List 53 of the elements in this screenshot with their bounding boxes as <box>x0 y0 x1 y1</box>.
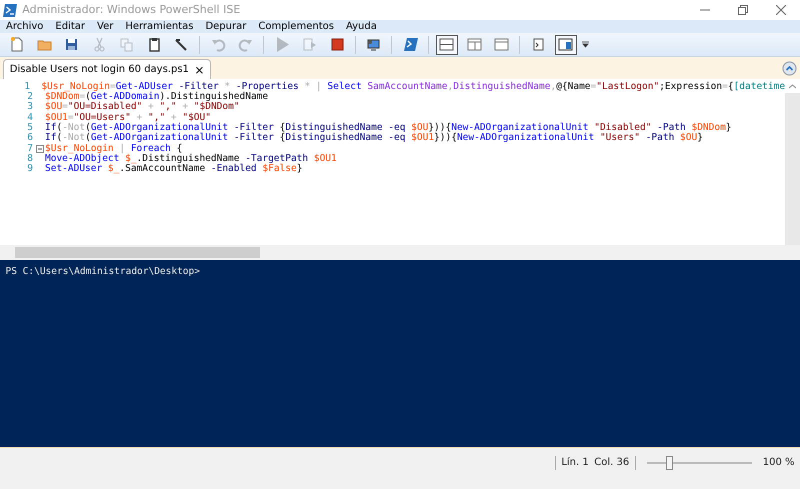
menu-item[interactable]: Ayuda <box>340 20 383 33</box>
line-number: 2 <box>26 92 34 102</box>
vertical-scrollbar[interactable] <box>785 79 800 245</box>
app-icon <box>2 4 17 16</box>
menu-item[interactable]: Herramientas <box>119 20 200 33</box>
line-number: 9 <box>26 164 34 174</box>
file-tab[interactable]: Disable Users not login 60 days.ps1 × <box>2 59 212 79</box>
run-selection-icon <box>301 36 318 53</box>
menu-item[interactable]: Depurar <box>199 20 252 33</box>
menu-item[interactable]: Editar <box>49 20 91 33</box>
code-line: If(-Not(Get-ADOrganizationalUnit -Filter {DistinguishedName -eq $OU1})){New-ADOrganizationalUnit "Users" -Path $OU} <box>45 133 703 144</box>
code-line: $DNDom=(Get-ADDomain).DistinguishedName <box>45 92 268 102</box>
code-line: $OU="OU=Disabled" + "," + "$DNDom" <box>45 102 240 112</box>
menu-item[interactable]: Ver <box>91 20 120 33</box>
zoom-level: 100 % <box>762 456 794 470</box>
console-prompt: PS C:\Users\Administrador\Desktop> <box>6 264 200 279</box>
line-number: 6 <box>26 133 34 144</box>
save-icon <box>63 36 80 53</box>
line-number: 4 <box>26 112 34 123</box>
line-number: 8 <box>26 154 34 164</box>
collapse-icon[interactable] <box>782 61 798 76</box>
close-icon <box>776 5 786 15</box>
code-line: Move-ADObject $_.DistinguishedName -TargetPath $OU1 <box>45 154 337 164</box>
powershell-icon <box>402 36 418 53</box>
code-line: Set-ADUser $_.SamAccountName -Enabled $False} <box>45 164 302 174</box>
line-number: 3 <box>26 102 34 113</box>
menu-item[interactable]: Complementos <box>252 20 340 33</box>
line-number: 5 <box>26 122 34 133</box>
code-line: $OU1="OU=Users" + "," + "$OU" <box>45 112 211 123</box>
scroll-up-icon[interactable] <box>789 84 796 88</box>
addon-pane-icon <box>557 36 574 53</box>
line-number: 1 <box>23 82 32 92</box>
layout-right-icon <box>466 36 482 53</box>
layout-top-button[interactable] <box>436 34 458 54</box>
close-tab-button[interactable]: × <box>194 60 204 78</box>
menu-item[interactable]: Archivo <box>0 20 50 33</box>
line-indicator: Lín. 1 <box>561 456 589 470</box>
layout-max-icon <box>493 36 510 53</box>
column-indicator: Col. 36 <box>594 456 630 470</box>
window-title: Administrador: Windows PowerShell ISE <box>22 2 242 18</box>
code-line: If(-Not(Get-ADOrganizationalUnit -Filter {DistinguishedName -eq $OU})){New-ADOrganizationalUnit "Disabled" -Path $DNDom} <box>45 122 732 133</box>
stop-icon <box>328 36 346 53</box>
copy-icon <box>118 36 135 53</box>
tab-label: Disable Users not login 60 days.ps1 <box>10 63 189 77</box>
addon-pane-button[interactable] <box>554 34 576 54</box>
restore-icon <box>738 5 748 15</box>
code-line: $Usr_NoLogin | Foreach { <box>45 144 182 154</box>
collapse-icon[interactable] <box>36 144 44 153</box>
line-number: 7 <box>26 144 34 154</box>
layout-top-icon <box>438 36 455 53</box>
slider-thumb[interactable] <box>666 456 674 470</box>
new-file-icon <box>8 36 25 53</box>
code-line: $Usr_NoLogin=Get-ADUser -Filter * -Properties * | Select SamAccountName,DistinguishedName,@{Name="LastLogon";Expression={[datetime <box>41 82 786 92</box>
